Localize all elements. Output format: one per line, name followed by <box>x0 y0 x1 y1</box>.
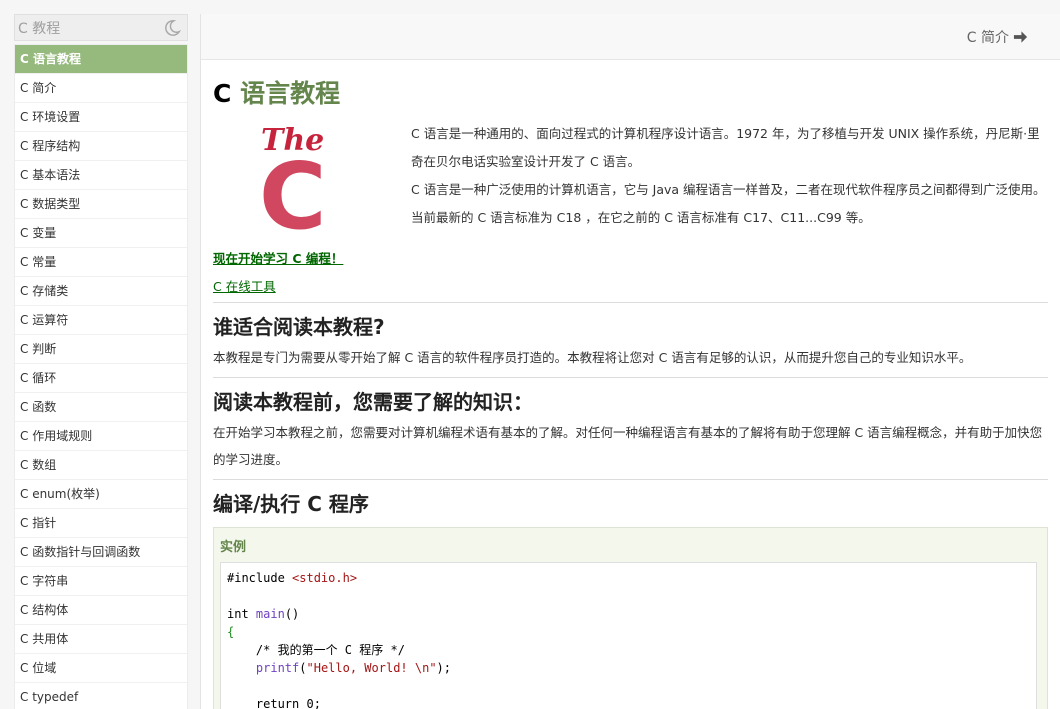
sidebar-item[interactable]: C enum(枚举) <box>15 480 187 509</box>
page-title-prefix: C <box>213 79 232 108</box>
sidebar-item[interactable]: C 字符串 <box>15 567 187 596</box>
sidebar: C 教程 C 语言教程 C 简介 C 环境设置 C 程序结构 C 基本语法 C 数据类型 C… <box>14 14 188 709</box>
sidebar-item[interactable]: C 语言教程 <box>15 45 187 74</box>
next-page-label: C 简介 <box>966 29 1009 46</box>
sidebar-menu: C 语言教程 C 简介 C 环境设置 C 程序结构 C 基本语法 C 数据类型 C 变量 C … <box>14 44 188 709</box>
section-prereq-text: 在开始学习本教程之前，您需要对计算机编程术语有基本的了解。对任何一种编程语言有基… <box>213 425 1043 467</box>
code-close: ); <box>436 661 451 675</box>
sidebar-item[interactable]: C 存储类 <box>15 277 187 306</box>
page-title-accent: 语言教程 <box>240 79 341 108</box>
sidebar-item[interactable]: C 循环 <box>15 364 187 393</box>
sidebar-header: C 教程 <box>14 14 188 41</box>
top-nav-bar: C 简介 <box>201 14 1060 60</box>
section-prereq-title: 阅读本教程前，您需要了解的知识： <box>213 390 533 414</box>
sidebar-item[interactable]: C 位域 <box>15 654 187 683</box>
code-block[interactable]: #include <stdio.h> int main() { /* 我的第一个… <box>220 562 1037 709</box>
code-parens: () <box>284 607 300 621</box>
divider <box>213 377 1048 378</box>
sidebar-item[interactable]: C 简介 <box>15 74 187 103</box>
sidebar-title: C 教程 <box>18 20 61 37</box>
moon-icon[interactable] <box>163 19 181 37</box>
c-logo: The C <box>213 120 411 250</box>
divider <box>213 479 1048 480</box>
code-string: "Hello, World! \n" <box>306 661 437 675</box>
code-include: #include <box>227 571 293 585</box>
sidebar-item[interactable]: C 函数指针与回调函数 <box>15 538 187 567</box>
code-main: main <box>255 607 285 621</box>
sidebar-item[interactable]: C 指针 <box>15 509 187 538</box>
code-open: ( <box>299 661 307 675</box>
online-tool-link[interactable]: C 在线工具 <box>213 278 1048 296</box>
sidebar-item[interactable]: C 基本语法 <box>15 161 187 190</box>
sidebar-item[interactable]: C typedef <box>15 683 187 709</box>
intro-block: The C C 语言是一种通用的、面向过程式的计算机程序设计语言。1972 年，… <box>213 120 1048 250</box>
sidebar-item[interactable]: C 共用体 <box>15 625 187 654</box>
next-page-link[interactable]: C 简介 <box>967 27 1028 47</box>
sidebar-item[interactable]: C 变量 <box>15 219 187 248</box>
page-title: C 语言教程 <box>213 74 1048 110</box>
code-int: int <box>227 607 256 621</box>
sidebar-item[interactable]: C 程序结构 <box>15 132 187 161</box>
example-label: 实例 <box>220 540 247 555</box>
c-logo-image: The C <box>259 123 327 250</box>
intro-paragraph-2: C 语言是一种广泛使用的计算机语言，它与 Java 编程语言一样普及，二者在现代… <box>411 182 1046 197</box>
sidebar-item[interactable]: C 环境设置 <box>15 103 187 132</box>
main-content: C 简介 C 语言教程 The C C 语言是一种通用的、面向过程式的计算机程序… <box>200 14 1060 709</box>
sidebar-item[interactable]: C 判断 <box>15 335 187 364</box>
code-brace: { <box>227 625 235 639</box>
example-box: 实例 #include <stdio.h> int main() { /* 我的… <box>213 527 1048 709</box>
sidebar-item[interactable]: C 数据类型 <box>15 190 187 219</box>
section-audience-text: 本教程是专门为需要从零开始了解 C 语言的软件程序员打造的。本教程将让您对 C … <box>213 350 972 365</box>
sidebar-item[interactable]: C 运算符 <box>15 306 187 335</box>
section-audience-title: 谁适合阅读本教程? <box>213 315 385 339</box>
sidebar-item[interactable]: C 常量 <box>15 248 187 277</box>
sidebar-item[interactable]: C 结构体 <box>15 596 187 625</box>
sidebar-item[interactable]: C 数组 <box>15 451 187 480</box>
arrow-right-icon <box>1013 30 1028 43</box>
sidebar-item[interactable]: C 作用域规则 <box>15 422 187 451</box>
intro-paragraph-3: 当前最新的 C 语言标准为 C18 ，在它之前的 C 语言标准有 C17、C11… <box>411 210 871 225</box>
divider <box>213 302 1048 303</box>
code-printf: printf <box>255 661 300 675</box>
logo-letter: C <box>259 143 327 240</box>
code-header: <stdio.h> <box>292 571 358 585</box>
start-learning-link[interactable]: 现在开始学习 C 编程！ <box>213 250 1048 268</box>
section-compile-title: 编译/执行 C 程序 <box>213 492 369 516</box>
sidebar-item[interactable]: C 函数 <box>15 393 187 422</box>
intro-text: C 语言是一种通用的、面向过程式的计算机程序设计语言。1972 年，为了移植与开… <box>411 120 1048 240</box>
code-return: return 0; <box>227 697 321 709</box>
code-comment: /* 我的第一个 C 程序 */ <box>227 643 405 657</box>
intro-paragraph-1: C 语言是一种通用的、面向过程式的计算机程序设计语言。1972 年，为了移植与开… <box>411 126 1040 169</box>
